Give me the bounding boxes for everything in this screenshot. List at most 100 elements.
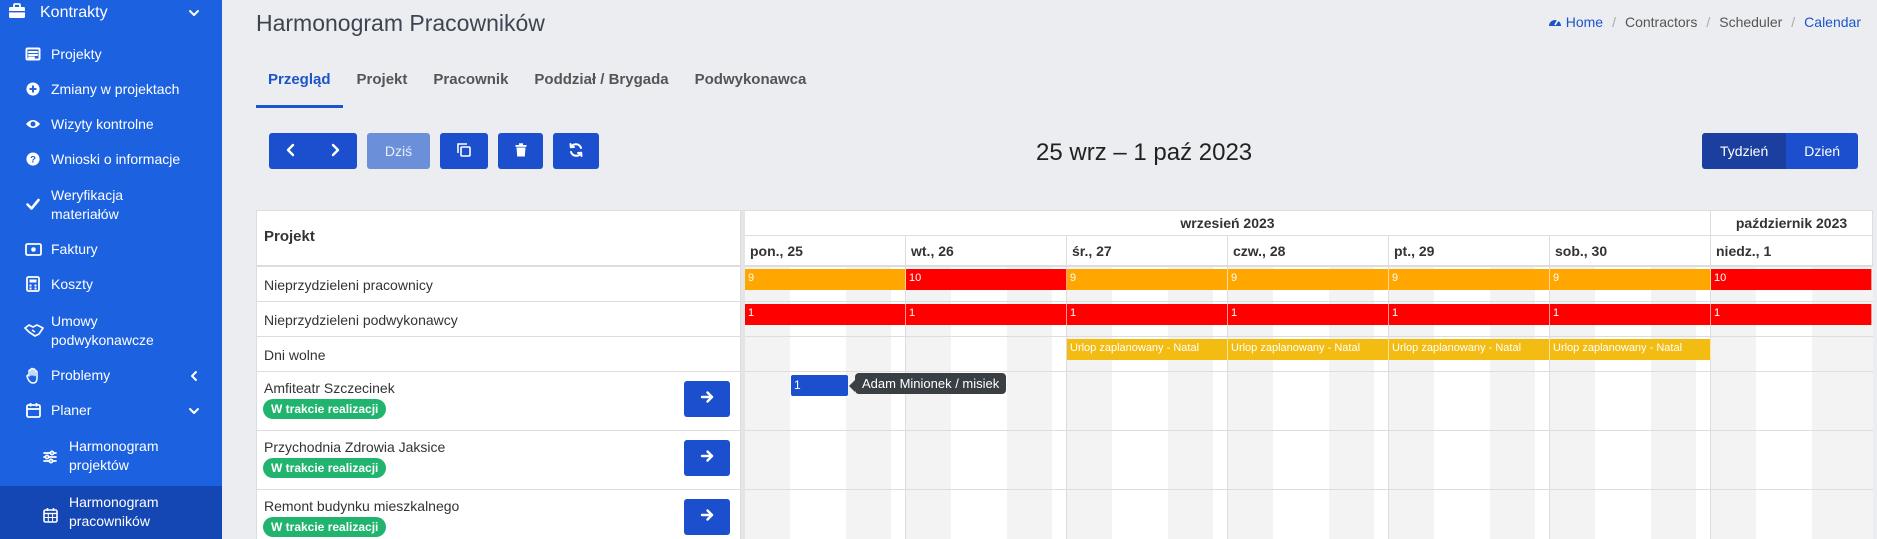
- breadcrumb-home[interactable]: Home: [1566, 14, 1603, 30]
- sidebar-item-label: projektów: [69, 457, 129, 473]
- resource-name: Dni wolne: [264, 347, 326, 363]
- tab-podwykonawca[interactable]: Podwykonawca: [683, 64, 819, 108]
- status-badge: W trakcie realizacji: [263, 458, 387, 478]
- row-line: [745, 489, 1873, 490]
- unassigned-workers-bar[interactable]: 9: [745, 269, 906, 290]
- sidebar-item-faktury[interactable]: Faktury: [0, 239, 222, 261]
- day-off-event[interactable]: Urlop zaplanowany - Natal: [1228, 339, 1389, 360]
- sidebar: Kontrakty Projekty Zmiany w projektach W…: [0, 0, 222, 539]
- copy-button[interactable]: [440, 133, 488, 169]
- chevron-down-icon: [186, 5, 202, 26]
- sidebar-item-label: Problemy: [51, 367, 111, 383]
- eye-icon: [24, 115, 42, 133]
- sidebar-item-zmiany[interactable]: Zmiany w projektach: [0, 79, 222, 101]
- prev-next-group: [269, 133, 357, 169]
- breadcrumb-scheduler[interactable]: Scheduler: [1719, 14, 1782, 30]
- resource-header: Projekt: [257, 211, 741, 267]
- arrow-right-icon: [699, 507, 715, 528]
- sidebar-item-label: Projekty: [51, 46, 102, 62]
- day-header: śr., 27: [1067, 236, 1228, 267]
- money-icon: [24, 240, 42, 258]
- day-header: sob., 30: [1550, 236, 1711, 267]
- open-project-button[interactable]: [684, 440, 730, 476]
- chevron-down-icon: [186, 403, 202, 424]
- day-off-event[interactable]: Urlop zaplanowany - Natal: [1067, 339, 1228, 360]
- sidebar-item-label: Faktury: [51, 241, 98, 257]
- sidebar-item-label: Harmonogram: [69, 438, 159, 454]
- arrow-right-icon: [699, 448, 715, 469]
- today-button[interactable]: Dziś: [367, 133, 430, 169]
- breadcrumb-separator: /: [1706, 14, 1711, 30]
- resource-row: Remont budynku mieszkalnego W trakcie re…: [257, 490, 741, 539]
- open-project-button[interactable]: [684, 499, 730, 535]
- sidebar-item-harmonogram-projektow[interactable]: Harmonogram projektów: [0, 436, 222, 478]
- unassigned-workers-bar[interactable]: 10: [906, 269, 1067, 290]
- unassigned-subcontractors-bar[interactable]: 1: [1067, 304, 1228, 325]
- resource-name: Nieprzydzieleni podwykonawcy: [264, 312, 458, 328]
- next-button[interactable]: [313, 133, 357, 169]
- tab-pracownik[interactable]: Pracownik: [421, 64, 520, 108]
- sidebar-item-label: Wnioski o informacje: [51, 151, 181, 167]
- chevron-left-icon: [186, 368, 202, 389]
- sidebar-item-projekty[interactable]: Projekty: [0, 44, 222, 66]
- calendar-grid-icon: [41, 506, 59, 524]
- plus-circle-icon: [24, 80, 42, 98]
- sidebar-item-weryfikacja[interactable]: Weryfikacja materiałów: [0, 184, 222, 226]
- scheduler: Projekt Nieprzydzieleni pracownicy Niepr…: [256, 210, 1873, 539]
- sidebar-item-harmonogram-pracownikow[interactable]: Harmonogram pracowników: [0, 486, 222, 539]
- day-off-event[interactable]: Urlop zaplanowany - Natal: [1389, 339, 1550, 360]
- sidebar-item-problemy[interactable]: Problemy: [0, 365, 222, 387]
- day-view-button[interactable]: Dzień: [1786, 133, 1859, 169]
- delete-button[interactable]: [498, 133, 543, 169]
- sidebar-item-koszty[interactable]: Koszty: [0, 274, 222, 296]
- day-header: pon., 25: [745, 236, 906, 267]
- sidebar-item-planer[interactable]: Planer: [0, 400, 222, 422]
- breadcrumb-calendar[interactable]: Calendar: [1804, 14, 1861, 30]
- breadcrumb-contractors[interactable]: Contractors: [1625, 14, 1697, 30]
- unassigned-subcontractors-bar[interactable]: 1: [906, 304, 1067, 325]
- event-tooltip: Adam Minionek / misiek: [848, 373, 1007, 394]
- sidebar-item-label: materiałów: [51, 206, 119, 222]
- sidebar-item-label: Harmonogram: [69, 494, 159, 510]
- sidebar-item-wizyty[interactable]: Wizyty kontrolne: [0, 114, 222, 136]
- unassigned-workers-bar[interactable]: 9: [1389, 269, 1550, 290]
- week-view-button[interactable]: Tydzień: [1702, 133, 1787, 169]
- unassigned-workers-bar[interactable]: 9: [1228, 269, 1389, 290]
- unassigned-workers-bar[interactable]: 9: [1067, 269, 1228, 290]
- refresh-button[interactable]: [553, 133, 599, 169]
- day-off-event[interactable]: Urlop zaplanowany - Natal: [1550, 339, 1711, 360]
- sidebar-item-umowy[interactable]: Umowy podwykonawcze: [0, 310, 222, 352]
- breadcrumb-separator: /: [1791, 14, 1796, 30]
- tab-bar: Przegląd Projekt Pracownik Poddział / Br…: [256, 64, 820, 108]
- open-project-button[interactable]: [684, 381, 730, 417]
- handshake-icon: [24, 321, 44, 339]
- unassigned-subcontractors-bar[interactable]: 1: [1228, 304, 1389, 325]
- sidebar-item-wnioski[interactable]: ? Wnioski o informacje: [0, 149, 222, 171]
- sidebar-item-label: Planer: [51, 402, 92, 418]
- day-header: wt., 26: [906, 236, 1067, 267]
- resource-name: Remont budynku mieszkalnego: [264, 498, 460, 514]
- tab-poddzial-brygada[interactable]: Poddział / Brygada: [522, 64, 680, 108]
- unassigned-subcontractors-bar[interactable]: 1: [1389, 304, 1550, 325]
- unassigned-subcontractors-bar[interactable]: 1: [745, 304, 906, 325]
- resource-name: Amfiteatr Szczecinek: [264, 380, 395, 396]
- tab-przeglad[interactable]: Przegląd: [256, 64, 343, 108]
- unassigned-workers-bar[interactable]: 9: [1550, 269, 1711, 290]
- tab-projekt[interactable]: Projekt: [345, 64, 420, 108]
- dashboard-icon: [1548, 14, 1562, 30]
- calculator-icon: [24, 275, 42, 293]
- resource-header-label: Projekt: [264, 228, 315, 245]
- unassigned-subcontractors-bar[interactable]: 1: [1711, 304, 1872, 325]
- sidebar-item-label: podwykonawcze: [51, 332, 154, 348]
- assignment-event[interactable]: 1: [791, 375, 848, 396]
- unassigned-workers-bar[interactable]: 10: [1711, 269, 1872, 290]
- sidebar-item-label: Wizyty kontrolne: [51, 116, 154, 132]
- day-header: czw., 28: [1228, 236, 1389, 267]
- svg-text:?: ?: [30, 155, 36, 166]
- resource-name: Nieprzydzieleni pracownicy: [264, 277, 433, 293]
- unassigned-subcontractors-bar[interactable]: 1: [1550, 304, 1711, 325]
- breadcrumb-separator: /: [1612, 14, 1616, 30]
- sidebar-item-kontrakty[interactable]: Kontrakty: [0, 0, 222, 26]
- prev-button[interactable]: [269, 133, 313, 169]
- sidebar-item-label: Weryfikacja: [51, 187, 124, 203]
